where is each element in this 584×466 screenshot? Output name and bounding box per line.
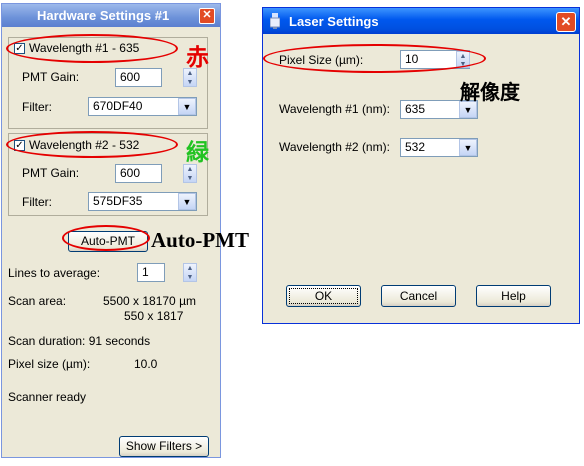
cancel-button[interactable]: Cancel xyxy=(381,285,456,307)
laser-icon xyxy=(269,13,281,29)
lines-to-average-label: Lines to average: xyxy=(8,266,101,280)
lines-to-average-spinner[interactable]: ▲ ▼ xyxy=(183,263,197,282)
pixel-size-spinner[interactable]: ▲ ▼ xyxy=(456,51,470,68)
auto-pmt-annotation: Auto-PMT xyxy=(151,228,249,252)
wavelength1-label: Wavelength #1 - 635 xyxy=(29,41,140,55)
pixel-size-label: Pixel size (µm): xyxy=(8,357,91,371)
ok-button[interactable]: OK xyxy=(286,285,361,307)
filter1-label: Filter: xyxy=(22,100,52,114)
green-annotation: 緑 xyxy=(186,139,209,165)
auto-pmt-button[interactable]: Auto-PMT xyxy=(68,231,148,252)
chevron-down-icon[interactable]: ▼ xyxy=(459,139,477,156)
wavelength2-nm-label: Wavelength #2 (nm): xyxy=(279,140,390,154)
red-annotation: 赤 xyxy=(186,44,209,70)
scan-duration: Scan duration: 91 seconds xyxy=(8,334,151,348)
wavelength2-label: Wavelength #2 - 532 xyxy=(29,138,140,152)
scan-area-label: Scan area: xyxy=(8,294,67,308)
pmt-gain1-input[interactable]: 600 xyxy=(115,68,162,87)
laser-settings-dialog: Laser Settings ✕ Pixel Size (µm): 10 ▲ ▼ … xyxy=(262,7,580,324)
filter2-label: Filter: xyxy=(22,195,52,209)
hardware-settings-titlebar[interactable]: Hardware Settings #1 ✕ xyxy=(2,4,220,27)
scan-area-value-px: 550 x 1817 xyxy=(124,309,184,323)
show-filters-button[interactable]: Show Filters > xyxy=(119,436,209,457)
lines-to-average-input[interactable]: 1 xyxy=(137,263,165,282)
hardware-settings-title: Hardware Settings #1 xyxy=(37,8,170,23)
scan-area-value-um: 5500 x 18170 µm xyxy=(103,294,196,308)
pmt-gain2-label: PMT Gain: xyxy=(22,166,80,180)
pixel-size-field-label: Pixel Size (µm): xyxy=(279,53,364,67)
pixel-size-value: 10.0 xyxy=(134,357,158,371)
chevron-down-icon[interactable]: ▼ xyxy=(178,98,196,115)
chevron-down-icon[interactable]: ▼ xyxy=(178,193,196,210)
laser-settings-title: Laser Settings xyxy=(289,14,379,29)
wavelength1-checkbox[interactable]: ✓ xyxy=(14,43,25,54)
close-icon[interactable]: ✕ xyxy=(199,8,215,24)
laser-settings-titlebar[interactable]: Laser Settings ✕ xyxy=(263,8,579,34)
pmt-gain2-input[interactable]: 600 xyxy=(115,164,162,183)
wavelength1-nm-label: Wavelength #1 (nm): xyxy=(279,102,390,116)
resolution-annotation: 解像度 xyxy=(460,82,520,104)
wavelength2-checkbox[interactable]: ✓ xyxy=(14,140,25,151)
close-icon[interactable]: ✕ xyxy=(556,12,576,32)
pmt-gain1-label: PMT Gain: xyxy=(22,70,80,84)
scanner-status: Scanner ready xyxy=(8,390,87,404)
help-button[interactable]: Help xyxy=(476,285,551,307)
